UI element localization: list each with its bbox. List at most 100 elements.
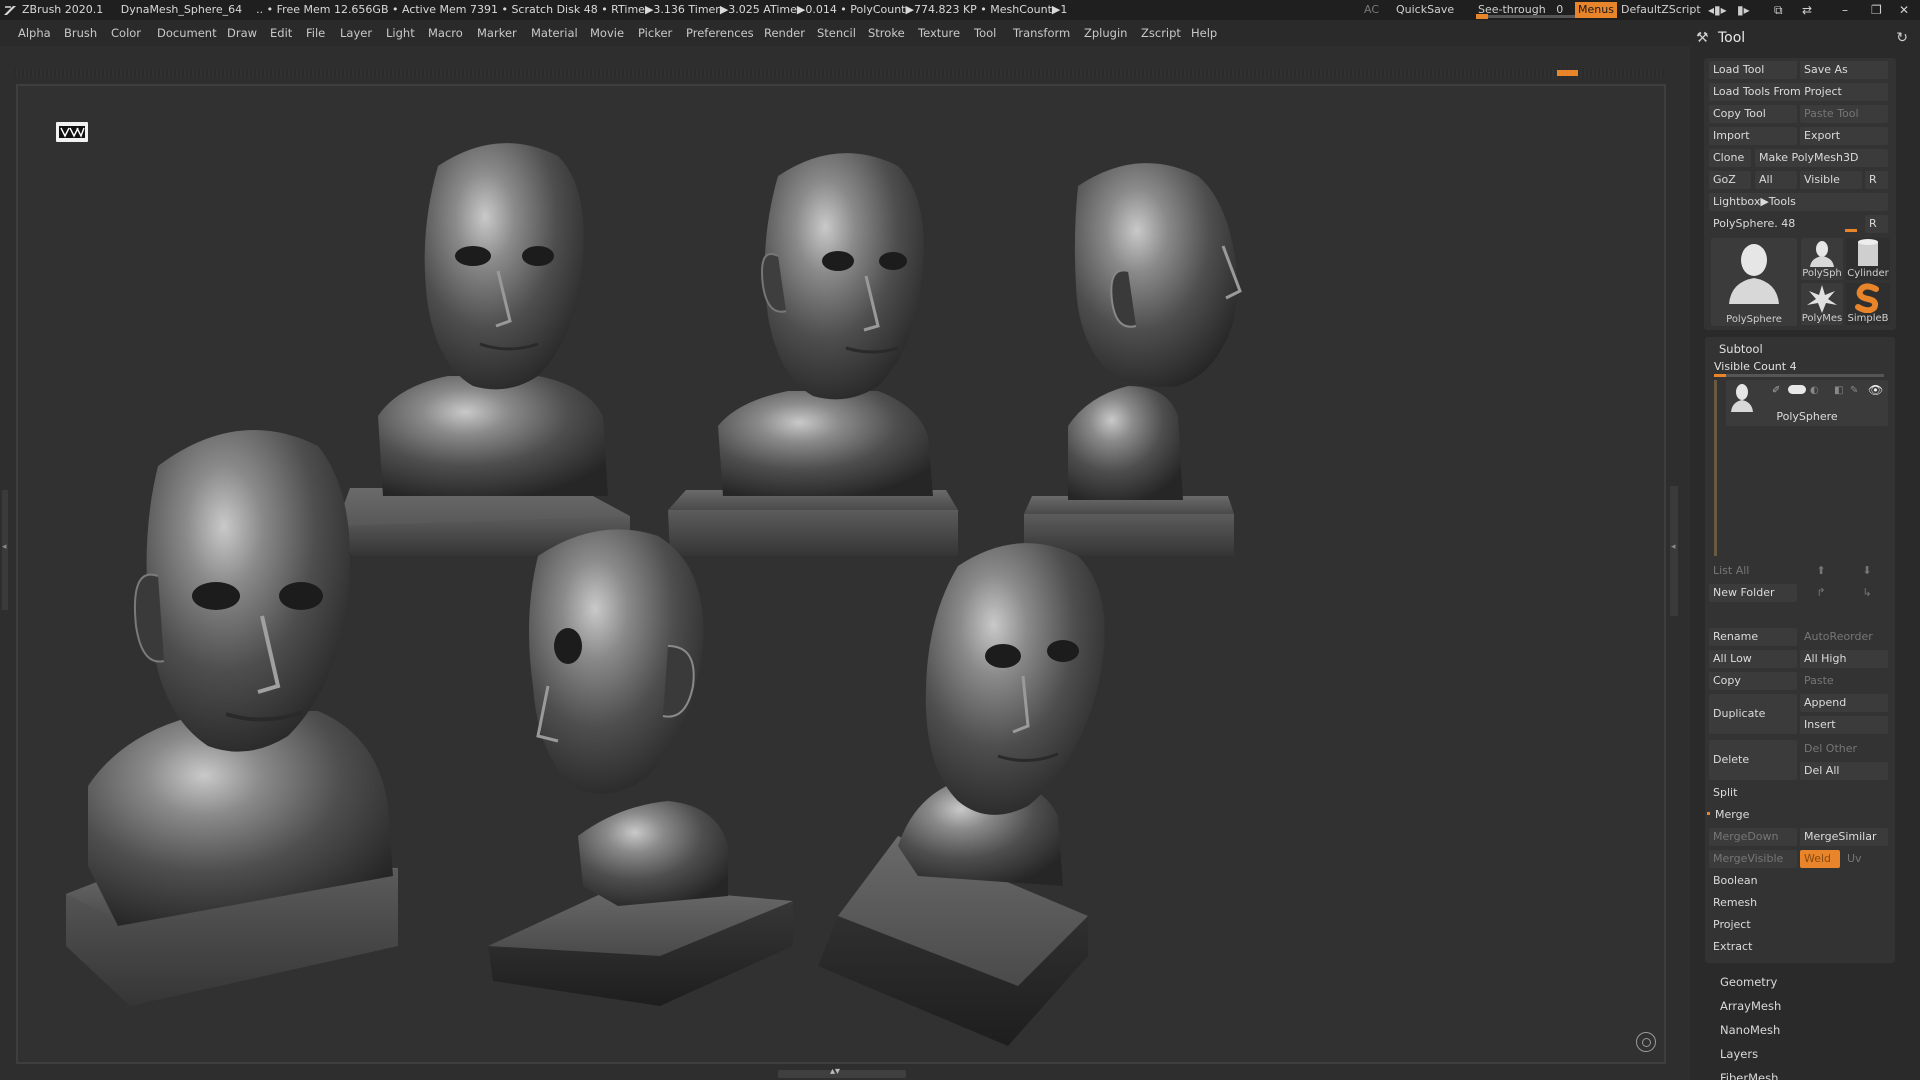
bust-three-quarter-top[interactable] xyxy=(668,153,958,556)
menu-light[interactable]: Light xyxy=(386,20,415,46)
tool-palette-header[interactable]: ⚒ Tool ↻ xyxy=(1690,26,1920,52)
visible-count-knob[interactable] xyxy=(1714,374,1726,377)
close-icon[interactable]: ✕ xyxy=(1899,2,1909,18)
paste-subtool-button[interactable]: Paste xyxy=(1800,672,1888,690)
bust-low-angle[interactable] xyxy=(488,529,793,1006)
make-polymesh3d-button[interactable]: Make PolyMesh3D xyxy=(1755,149,1888,167)
subtool-eye-icon[interactable]: 👁 xyxy=(1868,383,1883,397)
export-button[interactable]: Export xyxy=(1800,127,1888,145)
menu-file[interactable]: File xyxy=(306,20,325,46)
boolean-section[interactable]: Boolean xyxy=(1709,872,1888,890)
del-all-button[interactable]: Del All xyxy=(1800,762,1888,780)
rename-button[interactable]: Rename xyxy=(1709,628,1797,646)
bottom-tray-handle[interactable]: ▴▾ xyxy=(778,1066,906,1078)
nanomesh-section[interactable]: NanoMesh xyxy=(1720,1023,1780,1037)
window-swap-icon[interactable]: ⇄ xyxy=(1802,2,1812,18)
list-all-button[interactable]: List All xyxy=(1709,562,1797,580)
goz-visible-button[interactable]: Visible xyxy=(1800,171,1862,189)
menu-stencil[interactable]: Stencil xyxy=(817,20,856,46)
menu-movie[interactable]: Movie xyxy=(590,20,624,46)
tool-thumb-polymesh[interactable]: PolyMes xyxy=(1801,283,1843,325)
menu-texture[interactable]: Texture xyxy=(918,20,960,46)
copy-tool-button[interactable]: Copy Tool xyxy=(1709,105,1797,123)
menu-zscript[interactable]: Zscript xyxy=(1141,20,1181,46)
mergedown-button[interactable]: MergeDown xyxy=(1709,828,1797,846)
remesh-section[interactable]: Remesh xyxy=(1709,894,1888,912)
import-button[interactable]: Import xyxy=(1709,127,1797,145)
tool-thumb-polysphere-small[interactable]: PolySph xyxy=(1801,238,1843,280)
autoreorder-button[interactable]: AutoReorder xyxy=(1800,628,1888,646)
extract-section[interactable]: Extract xyxy=(1709,938,1888,956)
lightbox-tools-button[interactable]: Lightbox▶Tools xyxy=(1709,193,1888,211)
tool-thumb-polysphere-main[interactable]: PolySphere xyxy=(1711,238,1797,326)
menu-material[interactable]: Material xyxy=(531,20,578,46)
subtool-mask-icon[interactable]: ◐ xyxy=(1810,385,1819,396)
menu-color[interactable]: Color xyxy=(111,20,141,46)
menu-tool[interactable]: Tool xyxy=(974,20,996,46)
layout-toggle-icon[interactable]: ◂▮▸ xyxy=(1708,2,1727,18)
minimize-icon[interactable]: – xyxy=(1842,2,1848,18)
current-tool-slider[interactable]: PolySphere. 48 xyxy=(1709,215,1863,233)
menu-preferences[interactable]: Preferences xyxy=(686,20,754,46)
all-low-button[interactable]: All Low xyxy=(1709,650,1797,668)
all-high-button[interactable]: All High xyxy=(1800,650,1888,668)
ac-label[interactable]: AC xyxy=(1364,0,1379,20)
menu-alpha[interactable]: Alpha xyxy=(18,20,51,46)
goz-all-button[interactable]: All xyxy=(1755,171,1797,189)
menu-picker[interactable]: Picker xyxy=(638,20,672,46)
right-tray-handle[interactable]: ◂ xyxy=(1670,486,1678,616)
layout-toggle-2-icon[interactable]: ▮▸ xyxy=(1737,2,1750,18)
viewport-nav-gizmo-icon[interactable] xyxy=(1636,1032,1656,1052)
maximize-icon[interactable]: ❐ xyxy=(1871,2,1882,18)
duplicate-button[interactable]: Duplicate xyxy=(1709,694,1797,734)
canvas-viewport[interactable] xyxy=(16,84,1666,1064)
bust-tilted[interactable] xyxy=(818,543,1105,1046)
save-as-button[interactable]: Save As xyxy=(1800,61,1888,79)
menu-edit[interactable]: Edit xyxy=(270,20,292,46)
uv-toggle[interactable]: Uv xyxy=(1843,850,1888,868)
del-other-button[interactable]: Del Other xyxy=(1800,740,1888,758)
layers-section[interactable]: Layers xyxy=(1720,1047,1758,1061)
clone-button[interactable]: Clone xyxy=(1709,149,1751,167)
copy-subtool-button[interactable]: Copy xyxy=(1709,672,1797,690)
load-tool-button[interactable]: Load Tool xyxy=(1709,61,1797,79)
fibermesh-section[interactable]: FiberMesh xyxy=(1720,1071,1778,1080)
palette-reset-icon[interactable]: ↻ xyxy=(1896,30,1908,46)
menu-macro[interactable]: Macro xyxy=(428,20,463,46)
menu-draw[interactable]: Draw xyxy=(227,20,257,46)
bust-front-top[interactable] xyxy=(336,143,630,556)
mergevisible-button[interactable]: MergeVisible xyxy=(1709,850,1797,868)
load-tools-from-project-button[interactable]: Load Tools From Project xyxy=(1709,83,1888,101)
subtool-brush-icon[interactable]: ✐ xyxy=(1772,385,1780,396)
insert-button[interactable]: Insert xyxy=(1800,716,1888,734)
paste-tool-button[interactable]: Paste Tool xyxy=(1800,105,1888,123)
mergesimilar-button[interactable]: MergeSimilar xyxy=(1800,828,1888,846)
current-tool-r-button[interactable]: R xyxy=(1865,215,1888,233)
subtool-pen-icon[interactable]: ✎ xyxy=(1850,385,1858,396)
move-down-arrow-icon[interactable]: ⬇ xyxy=(1846,562,1888,580)
subtool-polypaint-toggle[interactable] xyxy=(1788,385,1806,394)
folder-in-icon[interactable]: ↱ xyxy=(1800,584,1842,602)
default-zscript-button[interactable]: DefaultZScript xyxy=(1621,0,1701,20)
goz-button[interactable]: GoZ xyxy=(1709,171,1751,189)
subtool-title[interactable]: Subtool xyxy=(1719,342,1763,356)
quicksave-button[interactable]: QuickSave xyxy=(1396,0,1454,20)
menu-brush[interactable]: Brush xyxy=(64,20,97,46)
merge-section[interactable]: Merge xyxy=(1711,806,1888,824)
weld-toggle[interactable]: Weld xyxy=(1800,850,1840,868)
subtool-lock-icon[interactable]: ◧ xyxy=(1834,385,1843,396)
current-tool-slider-knob[interactable] xyxy=(1845,229,1857,232)
append-button[interactable]: Append xyxy=(1800,694,1888,712)
split-section[interactable]: Split xyxy=(1709,784,1888,802)
see-through-knob[interactable] xyxy=(1476,14,1488,19)
delete-button[interactable]: Delete xyxy=(1709,740,1797,780)
menus-toggle-button[interactable]: Menus xyxy=(1575,2,1617,18)
arraymesh-section[interactable]: ArrayMesh xyxy=(1720,999,1781,1013)
menu-stroke[interactable]: Stroke xyxy=(868,20,905,46)
subtool-list-scrollbar[interactable] xyxy=(1714,380,1717,556)
folder-out-icon[interactable]: ↳ xyxy=(1846,584,1888,602)
project-section[interactable]: Project xyxy=(1709,916,1888,934)
move-up-arrow-icon[interactable]: ⬆ xyxy=(1800,562,1842,580)
menu-transform[interactable]: Transform xyxy=(1013,20,1070,46)
menu-help[interactable]: Help xyxy=(1191,20,1217,46)
